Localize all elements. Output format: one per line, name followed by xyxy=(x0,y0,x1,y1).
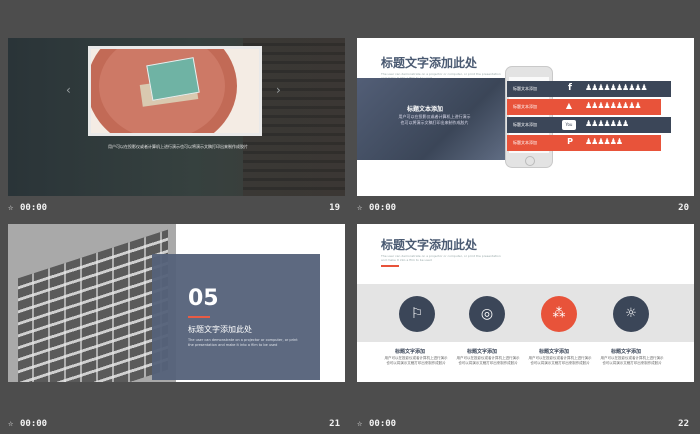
timing-label: 00:00 xyxy=(369,203,397,213)
item-title: 标题文字添加 xyxy=(467,349,498,355)
timing-label: 00:00 xyxy=(20,419,48,429)
item-title: 标题文字添加 xyxy=(395,349,426,355)
slide-footer-20: ☆ 00:00 20 xyxy=(357,200,689,218)
number-underline xyxy=(188,316,210,318)
slide2-title: 标题文字添加此处 xyxy=(381,56,478,70)
building-windows xyxy=(18,229,168,382)
slide-thumbnail-22[interactable]: 标题文字添加此处 The user can demonstrate on a p… xyxy=(357,224,694,382)
people-icons-row-2: ♟♟♟♟♟♟♟♟♟ xyxy=(585,101,642,110)
slide4-title: 标题文字添加此处 xyxy=(381,238,478,252)
pinterest-icon: P xyxy=(567,137,573,146)
slide-footer-19: ☆ 00:00 19 xyxy=(8,200,340,218)
transition-star-icon: ☆ xyxy=(8,419,14,429)
timing-label: 00:00 xyxy=(20,203,48,213)
item-title: 标题文字添加 xyxy=(539,349,570,355)
social-row-4: 标题文本添加 xyxy=(507,135,661,151)
slide-thumbnail-20[interactable]: 标题文字添加此处 The user can demonstrate on a p… xyxy=(357,38,694,196)
transition-star-icon: ☆ xyxy=(8,203,14,213)
item-title: 标题文字添加 xyxy=(611,349,642,355)
panel-title: 标题文本添加 xyxy=(407,106,444,113)
item-text: 用户可以在投影仪或者计算机上进行演示也可以将演示文稿打印出来制作成胶片 xyxy=(600,356,664,365)
youtube-icon: You xyxy=(562,120,576,130)
row-label: 标题文本添加 xyxy=(513,104,537,109)
network-icon: ⁂ xyxy=(541,296,577,332)
slide-number: 22 xyxy=(678,419,689,429)
slide-thumbnail-21[interactable]: 05 标题文字添加此处 The user can demonstrate on … xyxy=(8,224,345,382)
timing-label: 00:00 xyxy=(369,419,397,429)
slide-footer-21: ☆ 00:00 21 xyxy=(8,416,340,434)
people-icons-row-4: ♟♟♟♟♟♟ xyxy=(585,137,623,146)
photo-panel: 标题文本添加 用户可以在投影仪或者计算机上进行演示也可以将演示文稿打印出来制作成… xyxy=(357,78,519,160)
transition-star-icon: ☆ xyxy=(357,203,363,213)
target-icon: ◎ xyxy=(469,296,505,332)
chevron-right-icon[interactable]: › xyxy=(276,83,281,97)
item-text: 用户可以在投影仪或者计算机上进行演示也可以将演示文稿打印出来制作成胶片 xyxy=(456,356,520,365)
twitter-icon: ▲ xyxy=(565,101,573,110)
item-text: 用户可以在投影仪或者计算机上进行演示也可以将演示文稿打印出来制作成胶片 xyxy=(528,356,592,365)
lightbulb-icon: ☼ xyxy=(613,296,649,332)
row-label: 标题文本添加 xyxy=(513,140,537,145)
slide1-caption: 用户可以在投影仪或者计算机上进行演示也可以将演示文稿打印出来制作成胶片 xyxy=(108,144,248,149)
grey-building-photo xyxy=(8,224,176,382)
title-accent-line xyxy=(381,265,399,267)
facebook-icon: f xyxy=(568,83,572,93)
section-number: 05 xyxy=(188,286,219,311)
slide-thumbnail-19[interactable]: ‹ › 用户可以在投影仪或者计算机上进行演示也可以将演示文稿打印出来制作成胶片 xyxy=(8,38,345,196)
item-text: 用户可以在投影仪或者计算机上进行演示也可以将演示文稿打印出来制作成胶片 xyxy=(384,356,448,365)
row-label: 标题文本添加 xyxy=(513,122,537,127)
people-icons-row-1: ♟♟♟♟♟♟♟♟♟♟ xyxy=(585,83,648,92)
featured-photo-frame xyxy=(88,46,262,136)
slide-number: 19 xyxy=(329,203,340,213)
row-label: 标题文本添加 xyxy=(513,86,537,91)
slide4-subtitle: The user can demonstrate on a projector … xyxy=(381,254,501,262)
panel-text: 用户可以在投影仪或者计算机上进行演示也可以将演示文稿打印出来制作成胶片 xyxy=(398,114,471,125)
people-icons-row-3: ♟♟♟♟♟♟♟ xyxy=(585,119,629,128)
chevron-left-icon[interactable]: ‹ xyxy=(66,83,71,97)
slide3-title: 标题文字添加此处 xyxy=(188,325,252,334)
slide3-text: The user can demonstrate on a projector … xyxy=(188,338,298,347)
transition-star-icon: ☆ xyxy=(357,419,363,429)
phone-home-button xyxy=(525,156,535,166)
featured-photo xyxy=(91,49,259,133)
slide-number: 21 xyxy=(329,419,340,429)
number-card: 05 标题文字添加此处 The user can demonstrate on … xyxy=(152,254,320,380)
runner-icon: ⚐ xyxy=(399,296,435,332)
slide-number: 20 xyxy=(678,203,689,213)
slide-footer-22: ☆ 00:00 22 xyxy=(357,416,689,434)
